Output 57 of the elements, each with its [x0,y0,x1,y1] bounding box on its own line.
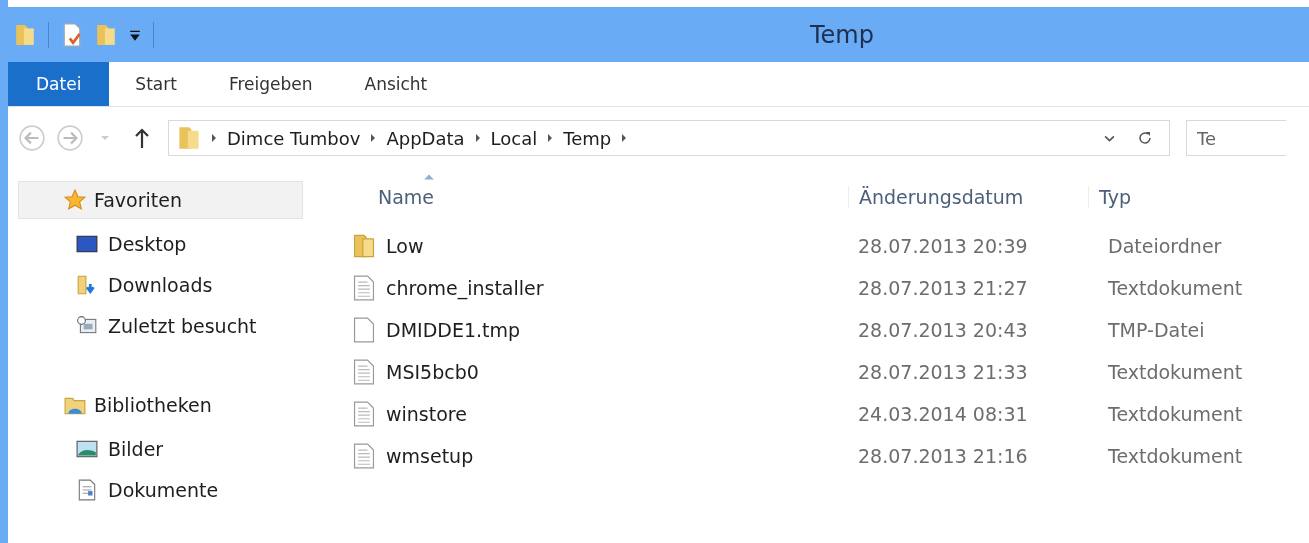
text-file-icon [352,359,376,385]
file-name[interactable]: chrome_installer [386,277,544,299]
sidebar-item[interactable]: Bilder [108,437,164,460]
text-file-icon [352,401,376,427]
customize-dropdown-icon[interactable] [129,28,141,41]
chevron-right-icon[interactable] [370,133,377,143]
breadcrumb-item[interactable]: Dimce Tumbov [227,127,361,149]
window-title: Temp [810,20,874,49]
sidebar-group-label: Bibliotheken [94,394,212,416]
refresh-icon[interactable] [1137,130,1153,146]
sidebar-item[interactable]: Zuletzt besucht [108,314,257,337]
text-file-icon [352,275,376,301]
file-name[interactable]: MSI5bcb0 [386,361,479,383]
column-header[interactable]: Änderungsdatum [848,186,1098,208]
document-icon [76,478,98,501]
table-cell-text: Textdokument [1108,277,1244,299]
table-cell-text: Dateiordner [1108,235,1223,257]
table-cell-text: 28.07.2013 20:39 [858,235,1029,257]
table-cell-text: Textdokument [1108,361,1244,383]
chevron-right-icon[interactable] [211,133,217,143]
chevron-right-icon[interactable] [621,133,628,143]
table-cell-text: Textdokument [1108,445,1244,467]
chevron-right-icon[interactable] [474,133,481,143]
table-cell-text: 24.03.2014 08:31 [858,403,1029,425]
table-cell-text: 28.07.2013 21:27 [858,277,1029,299]
breadcrumb-item[interactable]: Local [490,127,538,149]
sidebar-group[interactable]: Favoriten [18,181,303,219]
file-name[interactable]: wmsetup [386,445,474,467]
dropdown-caret-icon[interactable] [1104,134,1115,142]
text-file-icon [352,443,376,469]
sort-ascending-icon [423,173,435,181]
chevron-right-icon[interactable] [547,133,554,143]
file-name[interactable]: DMIDDE1.tmp [386,319,521,341]
up-arrow-icon[interactable] [134,127,150,149]
sidebar-group-label: Favoriten [94,189,182,211]
breadcrumb-item[interactable]: Temp [563,127,612,149]
properties-icon[interactable] [61,21,83,48]
table-cell-text: TMP-Datei [1108,319,1206,341]
ribbon-tab[interactable]: Datei [8,62,110,106]
folder-icon [352,233,376,259]
address-bar[interactable]: Dimce Tumbov AppData Local Temp [168,120,1170,156]
search-field[interactable]: Te [1186,120,1286,156]
table-cell-text: 28.07.2013 20:43 [858,319,1029,341]
file-name[interactable]: Low [386,235,424,257]
table-cell-text: 28.07.2013 21:33 [858,361,1029,383]
sidebar-group[interactable]: Bibliotheken [18,386,303,424]
table-cell-text: Textdokument [1108,403,1244,425]
star-icon [64,189,86,211]
sidebar-item[interactable]: Downloads [108,273,213,296]
sidebar-item[interactable]: Dokumente [108,478,219,501]
column-header[interactable]: Typ [1088,186,1309,208]
file-name[interactable]: winstore [386,403,467,425]
sidebar-item[interactable]: Desktop [108,232,187,255]
breadcrumb-item[interactable]: AppData [386,127,465,149]
folder-icon [177,124,201,152]
file-icon [352,317,376,343]
table-cell-text: 28.07.2013 21:16 [858,445,1029,467]
